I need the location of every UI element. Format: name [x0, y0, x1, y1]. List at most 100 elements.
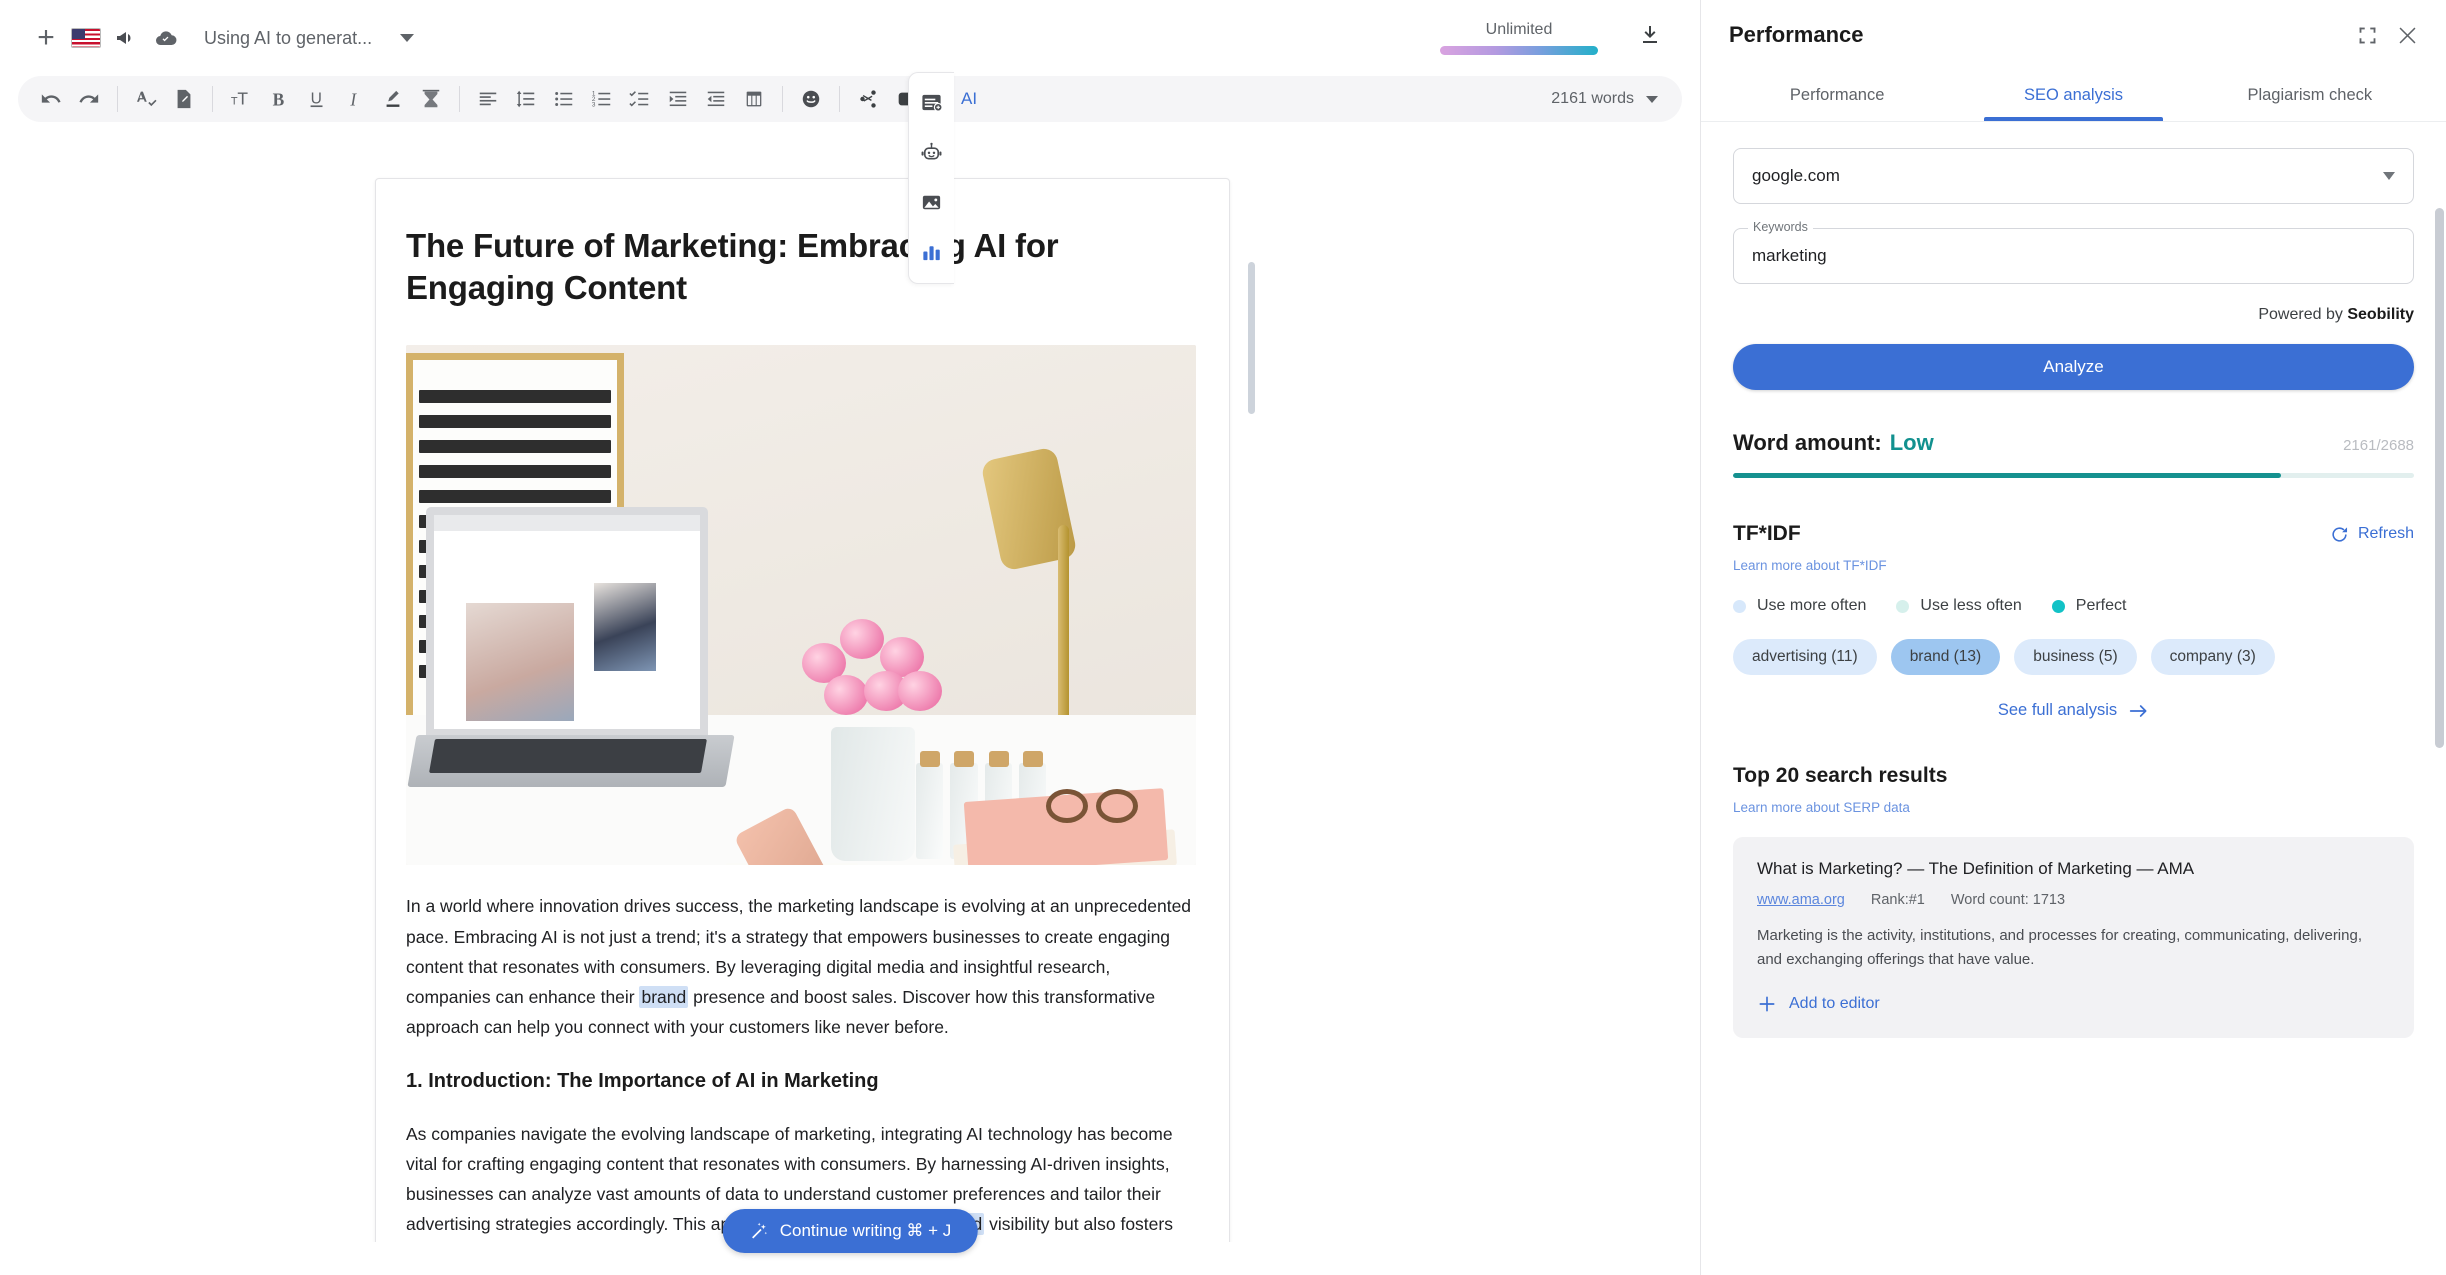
checklist-icon [629, 88, 651, 110]
language-button[interactable] [66, 18, 106, 58]
tab-performance[interactable]: Performance [1719, 70, 1955, 121]
tab-plagiarism-check[interactable]: Plagiarism check [2192, 70, 2428, 121]
keywords-input[interactable]: Keywords marketing [1733, 228, 2414, 284]
format-toolbar: T T B U I [18, 76, 1682, 122]
indent-decrease-button[interactable] [697, 80, 735, 118]
format-toolbar-wrapper: T T B U I [0, 76, 1700, 122]
serp-result-word-count: Word count: 1713 [1951, 892, 2065, 908]
share-icon [857, 88, 879, 110]
photo-glasses [1046, 785, 1142, 825]
editor-pane: + Using AI to generat... Unlimite [0, 0, 1700, 1275]
emoji-button[interactable] [792, 80, 830, 118]
indent-increase-button[interactable] [659, 80, 697, 118]
collapse-button[interactable] [2358, 26, 2377, 45]
photo-roses [798, 613, 948, 733]
align-button[interactable] [469, 80, 507, 118]
announcements-button[interactable] [106, 18, 146, 58]
tfidf-chip[interactable]: brand (13) [1891, 639, 2001, 675]
legend-label-perfect: Perfect [2076, 597, 2127, 615]
legend-dot-perfect [2052, 600, 2065, 613]
saved-status-button[interactable] [146, 18, 186, 58]
bold-button[interactable]: B [260, 80, 298, 118]
tfidf-chip[interactable]: company (3) [2151, 639, 2275, 675]
magic-wand-icon [749, 1221, 769, 1241]
legend-item-use-less-often: Use less often [1896, 597, 2021, 615]
redo-button[interactable] [70, 80, 108, 118]
app-root: + Using AI to generat... Unlimite [0, 0, 2446, 1275]
sidebar-icon-ai-assistant[interactable] [915, 135, 949, 169]
domain-select[interactable]: google.com [1733, 148, 2414, 204]
close-panel-button[interactable] [2397, 25, 2418, 46]
paraphrase-button[interactable] [165, 80, 203, 118]
tfidf-chip[interactable]: business (5) [2014, 639, 2136, 675]
pen-highlight-icon [382, 88, 404, 110]
see-full-analysis-link[interactable]: See full analysis [1733, 701, 2414, 720]
sidebar-icon-performance[interactable] [915, 235, 949, 269]
redo-icon [78, 88, 100, 110]
top-bar-right: Unlimited [1440, 21, 1674, 55]
us-flag-icon [71, 28, 101, 48]
tfidf-learn-more-link[interactable]: Learn more about TF*IDF [1733, 558, 2414, 573]
panel-scrollbar-thumb[interactable] [2435, 208, 2444, 748]
word-count-button[interactable]: 2161 words [1551, 90, 1668, 108]
line-spacing-button[interactable] [507, 80, 545, 118]
legend-item-use-more-often: Use more often [1733, 597, 1866, 615]
toolbar-divider [117, 86, 118, 112]
document-title[interactable]: Using AI to generat... [204, 28, 372, 49]
close-icon [2397, 25, 2418, 46]
tfidf-refresh-button[interactable]: Refresh [2330, 525, 2414, 544]
document-menu-chevron-icon[interactable] [400, 34, 414, 42]
sidebar-icon-outline[interactable] [915, 85, 949, 119]
spellcheck-button[interactable] [127, 80, 165, 118]
checklist-button[interactable] [621, 80, 659, 118]
serp-result-url[interactable]: www.ama.org [1757, 892, 1845, 908]
share-button[interactable] [849, 80, 887, 118]
clear-formatting-icon [420, 88, 442, 110]
continue-writing-label: Continue writing ⌘ + J [780, 1221, 952, 1241]
italic-button[interactable]: I [336, 80, 374, 118]
bulleted-list-button[interactable] [545, 80, 583, 118]
document-scrollbar[interactable] [1248, 262, 1255, 902]
serp-result-card[interactable]: What is Marketing? — The Definition of M… [1733, 837, 2414, 1038]
domain-select-value: google.com [1752, 166, 1840, 186]
panel-scrollbar[interactable] [2435, 208, 2444, 1271]
text-size-button[interactable]: T T [222, 80, 260, 118]
right-sidebar-icon-strip [908, 72, 954, 284]
word-amount-progress [1733, 473, 2414, 478]
tab-seo-analysis[interactable]: SEO analysis [1955, 70, 2191, 121]
document-add-icon [920, 91, 943, 114]
download-button[interactable] [1638, 23, 1662, 53]
new-document-button[interactable]: + [26, 18, 66, 58]
plus-icon: + [37, 23, 55, 53]
continue-writing-button[interactable]: Continue writing ⌘ + J [723, 1209, 978, 1253]
photo-laptop-keyboard [429, 739, 707, 773]
undo-button[interactable] [32, 80, 70, 118]
table-button[interactable] [735, 80, 773, 118]
clear-formatting-button[interactable] [412, 80, 450, 118]
powered-by-prefix: Powered by [2258, 306, 2343, 323]
serp-add-to-editor-button[interactable]: Add to editor [1757, 994, 2390, 1014]
serp-result-description: Marketing is the activity, institutions,… [1757, 924, 2390, 972]
legend-label-use-less-often: Use less often [1920, 597, 2021, 615]
toolbar-divider [459, 86, 460, 112]
document-hero-image[interactable] [406, 345, 1196, 865]
highlight-button[interactable] [374, 80, 412, 118]
word-amount-value: Low [1890, 430, 1934, 456]
underline-button[interactable]: U [298, 80, 336, 118]
sidebar-icon-images[interactable] [915, 185, 949, 219]
toolbar-divider [839, 86, 840, 112]
italic-icon: I [344, 88, 366, 110]
bold-icon: B [268, 88, 290, 110]
document-scrollbar-thumb[interactable] [1248, 262, 1255, 414]
tfidf-chip[interactable]: advertising (11) [1733, 639, 1877, 675]
svg-text:U: U [311, 91, 322, 108]
numbered-list-button[interactable]: 1 2 3 [583, 80, 621, 118]
document-page[interactable]: The Future of Marketing: Embracing AI fo… [375, 178, 1230, 1242]
hero-photo [406, 345, 1196, 865]
intro-highlight-keyword[interactable]: brand [639, 986, 688, 1008]
quota-indicator: Unlimited [1440, 21, 1598, 55]
analyze-button[interactable]: Analyze [1733, 344, 2414, 390]
serp-learn-more-link[interactable]: Learn more about SERP data [1733, 800, 2414, 815]
align-left-icon [477, 88, 499, 110]
document-intro-paragraph: In a world where innovation drives succe… [406, 891, 1199, 1041]
